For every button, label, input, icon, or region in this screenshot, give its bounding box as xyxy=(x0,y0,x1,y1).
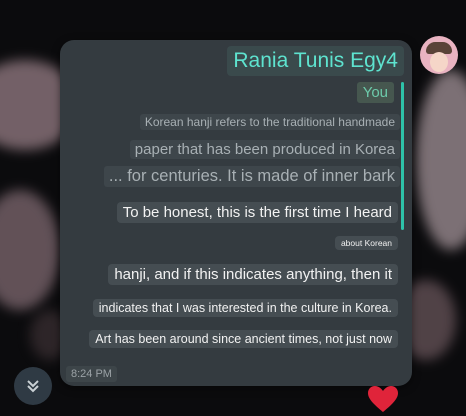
reply-author: You xyxy=(356,82,394,103)
sender-name[interactable]: Rania Tunis Egy4 xyxy=(227,46,404,76)
message-bubble[interactable]: Rania Tunis Egy4 You Korean hanji refers… xyxy=(60,40,412,386)
reply-quote-line: paper that has been produced in Korea xyxy=(129,140,400,159)
heart-icon[interactable] xyxy=(366,384,400,414)
message-text-line: hanji, and if this indicates anything, t… xyxy=(108,264,398,285)
background-blossom xyxy=(0,190,60,310)
double-chevron-down-icon xyxy=(27,380,39,393)
message-timestamp: 8:24 PM xyxy=(66,366,117,382)
message-text-line: about Korean xyxy=(334,236,398,250)
sender-avatar[interactable] xyxy=(420,36,458,74)
background-blossom xyxy=(416,70,466,250)
avatar-face xyxy=(430,52,448,72)
scroll-to-bottom-button[interactable] xyxy=(14,367,52,405)
reply-quote-line: Korean hanji refers to the traditional h… xyxy=(139,114,400,130)
message-text-line: To be honest, this is the first time I h… xyxy=(116,202,398,223)
reply-quote-line: ... for centuries. It is made of inner b… xyxy=(103,166,400,187)
message-text-line: indicates that I was interested in the c… xyxy=(92,299,398,317)
message-text-line: Art has been around since ancient times,… xyxy=(89,330,398,348)
reply-accent-bar xyxy=(401,82,404,230)
